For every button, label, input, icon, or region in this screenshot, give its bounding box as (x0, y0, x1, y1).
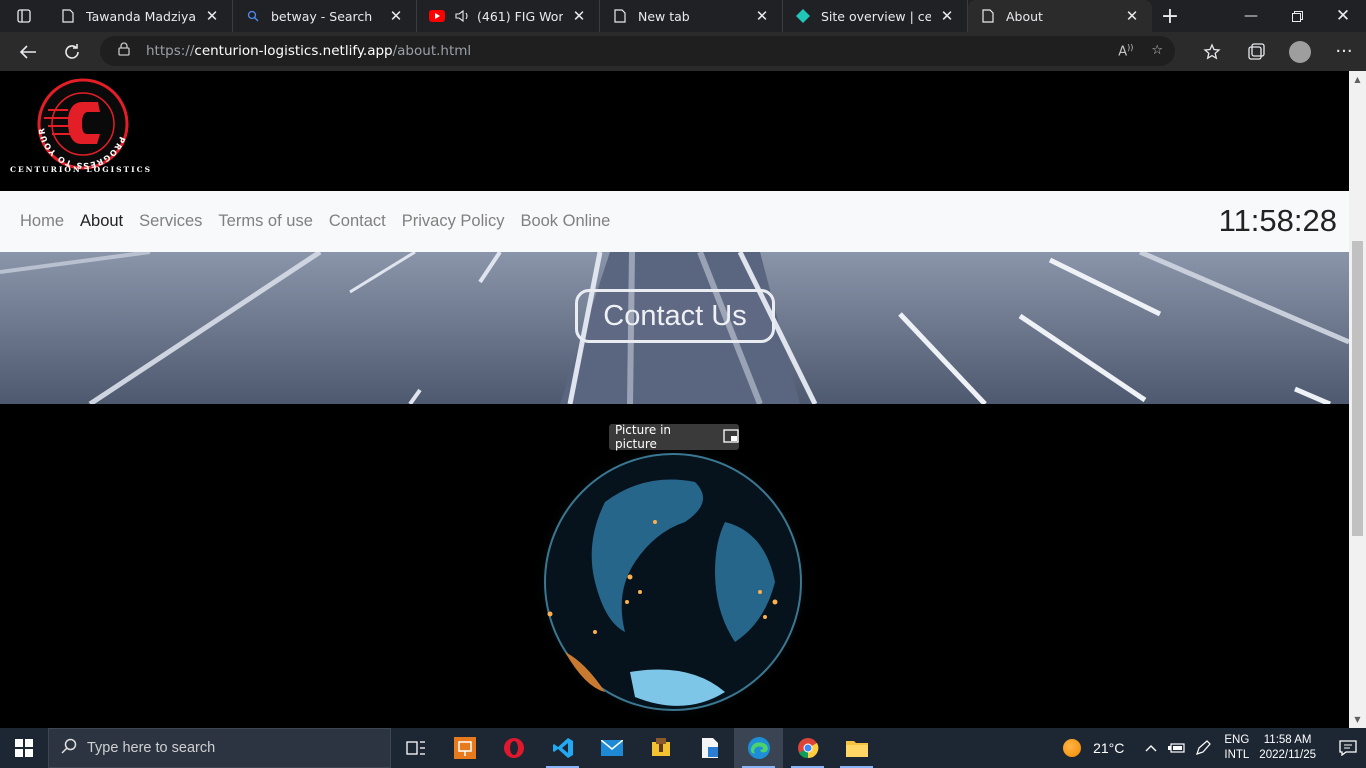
tab-new-tab[interactable]: New tab ✕ (600, 0, 783, 32)
search-placeholder: Type here to search (87, 740, 216, 756)
tab-actions-icon[interactable] (0, 0, 48, 32)
scrollbar-thumb[interactable] (1352, 241, 1363, 536)
tab-youtube[interactable]: (461) FIG Worship ✕ (417, 0, 600, 32)
youtube-icon (429, 8, 445, 24)
taskbar-date: 2022/11/25 (1259, 749, 1316, 761)
mail-icon[interactable] (587, 728, 636, 768)
clock-date[interactable]: 11:58 AM 2022/11/25 (1259, 733, 1316, 763)
taskbar-time: 11:58 AM (1263, 734, 1312, 746)
scroll-up-icon[interactable]: ▲ (1349, 71, 1366, 88)
close-icon[interactable]: ✕ (939, 7, 955, 25)
logo-text: CENTURION LOGISTICS (10, 165, 153, 174)
speaker-icon[interactable] (455, 8, 471, 24)
close-window-icon[interactable]: ✕ (1320, 0, 1366, 32)
page-icon (980, 8, 996, 24)
tab-about[interactable]: About ✕ (968, 0, 1152, 32)
page-scrollbar[interactable]: ▲ ▼ (1349, 71, 1366, 728)
nav-contact[interactable]: Contact (321, 212, 394, 231)
add-favorite-icon[interactable]: ☆ (1151, 43, 1163, 59)
notifications-icon[interactable] (1330, 740, 1366, 756)
more-menu-icon[interactable]: ··· (1322, 32, 1366, 71)
scroll-down-icon[interactable]: ▼ (1349, 711, 1366, 728)
weather-temperature: 21°C (1093, 740, 1125, 756)
close-icon[interactable]: ✕ (1124, 7, 1140, 25)
keyboard-layout: INTL (1224, 749, 1250, 761)
nav-terms-of-use[interactable]: Terms of use (210, 212, 320, 231)
picture-in-picture-button[interactable]: Picture in picture (609, 423, 739, 451)
read-aloud-icon[interactable]: A)) (1118, 43, 1133, 59)
page-icon (612, 8, 628, 24)
url-protocol: https:// (146, 43, 195, 59)
pip-label: Picture in picture (615, 423, 672, 451)
tab-title: Tawanda Madziya Port (86, 8, 196, 24)
close-icon[interactable]: ✕ (204, 7, 220, 25)
hero-banner: Contact Us (0, 252, 1349, 404)
taskbar-search-input[interactable]: Type here to search (48, 728, 391, 768)
favorites-icon[interactable] (1190, 32, 1234, 71)
tab-title: betway - Search (271, 8, 373, 24)
search-icon (245, 8, 261, 24)
close-icon[interactable]: ✕ (571, 7, 587, 25)
url-path: /about.html (392, 43, 472, 59)
close-icon[interactable]: ✕ (754, 7, 770, 25)
nav-about[interactable]: About (72, 212, 131, 231)
page-viewport: PROGRESS TO YOUR BUSINESS CENTURION LOGI… (0, 71, 1349, 728)
url-host: centurion-logistics.netlify.app (194, 43, 393, 59)
sun-icon (1063, 739, 1082, 757)
input-language[interactable]: ENG INTL (1224, 733, 1249, 763)
tab-title: About (1006, 8, 1043, 24)
picture-in-picture-icon (723, 428, 739, 446)
tab-title: Site overview | centuri (821, 8, 931, 24)
browser-toolbar: https://centurion-logistics.netlify.app /… (0, 32, 1366, 71)
chevron-up-icon[interactable] (1138, 744, 1164, 752)
nav-services[interactable]: Services (131, 212, 210, 231)
nav-home[interactable]: Home (12, 212, 72, 231)
edge-browser-icon[interactable] (734, 728, 783, 768)
nav-book-online[interactable]: Book Online (512, 212, 618, 231)
site-header: PROGRESS TO YOUR BUSINESS CENTURION LOGI… (0, 71, 1349, 191)
site-navbar: Home About Services Terms of use Contact… (0, 191, 1349, 252)
windows-taskbar: Type here to search 21°C ENG INTL 11:58 … (0, 728, 1366, 768)
globe-video-frame (535, 442, 813, 722)
browser-tab-bar: Tawanda Madziya Port ✕ betway - Search ✕… (0, 0, 1366, 32)
search-icon (61, 738, 77, 758)
profile-avatar[interactable] (1289, 40, 1311, 63)
system-tray: 21°C ENG INTL 11:58 AM 2022/11/25 (1063, 728, 1366, 768)
refresh-icon[interactable] (52, 36, 92, 68)
document-viewer-icon[interactable] (685, 728, 734, 768)
tab-portfolio[interactable]: Tawanda Madziya Port ✕ (48, 0, 233, 32)
battery-icon[interactable] (1164, 742, 1190, 754)
language-code: ENG (1224, 734, 1250, 746)
globe-video[interactable]: Picture in picture (0, 404, 1349, 728)
page-icon (60, 8, 76, 24)
file-explorer-icon[interactable] (832, 728, 881, 768)
tab-netlify-site-overview[interactable]: Site overview | centuri ✕ (783, 0, 968, 32)
tab-title: New tab (638, 8, 690, 24)
file-archive-icon[interactable] (636, 728, 685, 768)
weather-widget[interactable]: 21°C (1063, 739, 1124, 757)
presentation-app-icon[interactable] (440, 728, 489, 768)
window-controls: — ✕ (1228, 0, 1366, 32)
minimize-icon[interactable]: — (1228, 0, 1274, 32)
address-bar[interactable]: https://centurion-logistics.netlify.app /… (100, 36, 1175, 66)
netlify-icon (795, 8, 811, 24)
lock-icon[interactable] (118, 42, 130, 60)
back-icon[interactable] (8, 36, 48, 68)
collections-icon[interactable] (1234, 32, 1278, 71)
vscode-icon[interactable] (538, 728, 587, 768)
task-view-icon[interactable] (391, 728, 440, 768)
close-icon[interactable]: ✕ (388, 7, 404, 25)
chrome-icon[interactable] (783, 728, 832, 768)
restore-icon[interactable] (1274, 0, 1320, 32)
tab-title: (461) FIG Worship (477, 8, 563, 24)
opera-icon[interactable] (489, 728, 538, 768)
contact-us-button[interactable]: Contact Us (575, 289, 775, 343)
tab-betway-search[interactable]: betway - Search ✕ (233, 0, 417, 32)
pen-icon[interactable] (1190, 740, 1216, 756)
nav-privacy-policy[interactable]: Privacy Policy (394, 212, 513, 231)
new-tab-button[interactable]: + (1152, 0, 1188, 32)
windows-start-icon[interactable] (0, 728, 48, 768)
live-clock: 11:58:28 (1218, 203, 1337, 238)
